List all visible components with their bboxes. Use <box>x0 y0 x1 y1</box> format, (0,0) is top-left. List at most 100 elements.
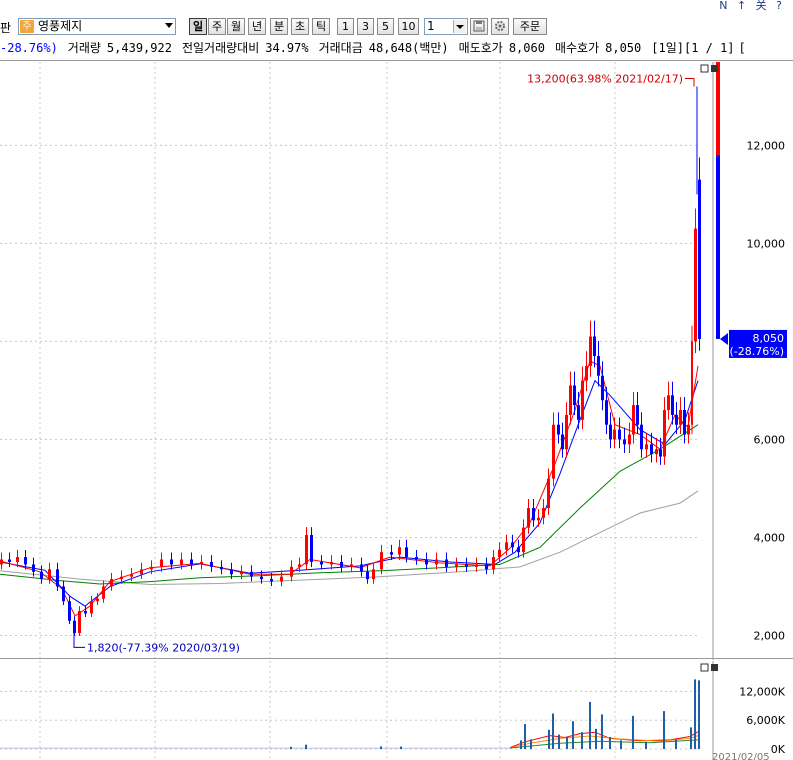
low-annotation-leader <box>73 640 85 648</box>
candle-body <box>220 566 223 570</box>
candle-body <box>102 586 105 599</box>
chevron-down-icon[interactable] <box>453 20 466 33</box>
candle-body <box>659 449 662 457</box>
candle-body <box>280 576 283 582</box>
interval-10-button[interactable]: 10 <box>398 18 419 35</box>
price-tick-label: 6,000 <box>754 433 786 446</box>
period-second-button[interactable]: 초 <box>291 18 309 35</box>
candle-body <box>573 385 576 406</box>
volume-panel-close-icon <box>711 664 718 671</box>
interval-5-button[interactable]: 5 <box>377 18 394 35</box>
period-count-value: 1 <box>427 19 435 33</box>
volume-bar <box>620 740 622 749</box>
settings-icon[interactable] <box>491 18 509 35</box>
candle-body <box>645 444 648 450</box>
candle-body <box>290 566 293 577</box>
volume-bar <box>530 739 532 749</box>
candle-body <box>618 429 621 440</box>
candle-body <box>485 564 488 570</box>
volume-bar <box>675 739 677 749</box>
volume-chart[interactable]: 0K 6,000K 12,000K 2021/02/05 <box>0 661 793 760</box>
order-button[interactable]: 주문 <box>513 18 547 35</box>
period-day-button[interactable]: 일 <box>189 18 207 35</box>
candle-body <box>565 414 568 450</box>
candle-body <box>517 547 520 553</box>
interval-3-button[interactable]: 3 <box>357 18 374 35</box>
change-rate: -28.76%) <box>0 41 58 55</box>
candle-body <box>120 576 123 580</box>
candle-body <box>270 579 273 582</box>
volume-bar <box>380 746 382 749</box>
candle-body <box>24 557 27 565</box>
chevron-down-icon[interactable] <box>165 23 173 28</box>
panel-divider-volume <box>0 658 793 659</box>
volume-tick-label: 12,000K <box>739 685 785 698</box>
candle-body <box>537 517 540 521</box>
candle-body <box>425 559 428 565</box>
candle-body <box>691 341 693 425</box>
candle-body <box>90 601 93 614</box>
volume-bar <box>305 744 307 749</box>
candle-body <box>561 434 564 450</box>
window-controls[interactable]: N ↑ 关 ? <box>719 0 785 13</box>
candle-body <box>40 571 43 580</box>
candle-body <box>505 542 508 550</box>
candle-body <box>694 228 697 342</box>
candle-body <box>465 564 468 567</box>
candle-body <box>360 564 363 572</box>
candle-body <box>687 424 690 435</box>
volume-bar <box>589 701 591 749</box>
candle-body <box>68 601 71 621</box>
volume-bar <box>690 727 692 749</box>
price-chart[interactable]: 2,0004,0006,0008,00010,00012,00013,200(6… <box>0 62 793 660</box>
candle-body <box>200 561 203 565</box>
candle-body <box>48 569 51 580</box>
candle-body <box>398 547 401 555</box>
period-count-input[interactable]: 1 <box>424 18 468 35</box>
candle-body <box>96 598 99 602</box>
candle-body <box>527 508 530 528</box>
bid-label: 매수호가 <box>554 41 600 55</box>
candle-body <box>542 508 545 518</box>
candle-body <box>632 405 635 435</box>
candle-body <box>671 395 674 415</box>
period-year-button[interactable]: 년 <box>248 18 266 35</box>
volume-bar <box>632 715 634 749</box>
stock-search-input[interactable]: 주 영풍제지 <box>18 18 176 35</box>
candle-body <box>698 179 701 339</box>
candle-body <box>150 566 153 570</box>
price-tick-label: 12,000 <box>747 139 786 152</box>
volume-bar <box>698 680 700 749</box>
candle-body <box>593 336 596 357</box>
candle-body <box>56 569 59 587</box>
candle-body <box>230 569 233 575</box>
candle-body <box>609 424 612 440</box>
candle-body <box>415 557 418 560</box>
candle-body <box>613 429 616 440</box>
price-tick-label: 2,000 <box>754 629 786 642</box>
high-price-annotation: 13,200(63.98% 2021/02/17) <box>527 73 683 86</box>
candle-body <box>547 478 550 509</box>
volume-bar <box>581 732 583 749</box>
volume-bar <box>694 679 696 749</box>
candle-body <box>667 395 670 411</box>
candle-body <box>679 410 682 425</box>
candle-body <box>683 410 686 435</box>
candle-body <box>663 410 666 457</box>
candle-body <box>8 559 11 562</box>
save-icon[interactable] <box>470 18 488 35</box>
period-week-button[interactable]: 주 <box>208 18 226 35</box>
candle-body <box>605 400 608 425</box>
period-tick-button[interactable]: 틱 <box>312 18 330 35</box>
candle-body <box>130 574 133 577</box>
candle-body <box>310 535 313 562</box>
period-minute-button[interactable]: 분 <box>270 18 288 35</box>
candle-body <box>250 571 253 577</box>
interval-1-button[interactable]: 1 <box>337 18 354 35</box>
panel-divider-top <box>0 60 793 61</box>
candle-body <box>650 444 653 455</box>
period-month-button[interactable]: 월 <box>227 18 245 35</box>
high-annotation-leader <box>685 78 695 87</box>
volume-value: 5,439,922 <box>106 41 172 55</box>
ask-label: 매도호가 <box>458 41 503 55</box>
